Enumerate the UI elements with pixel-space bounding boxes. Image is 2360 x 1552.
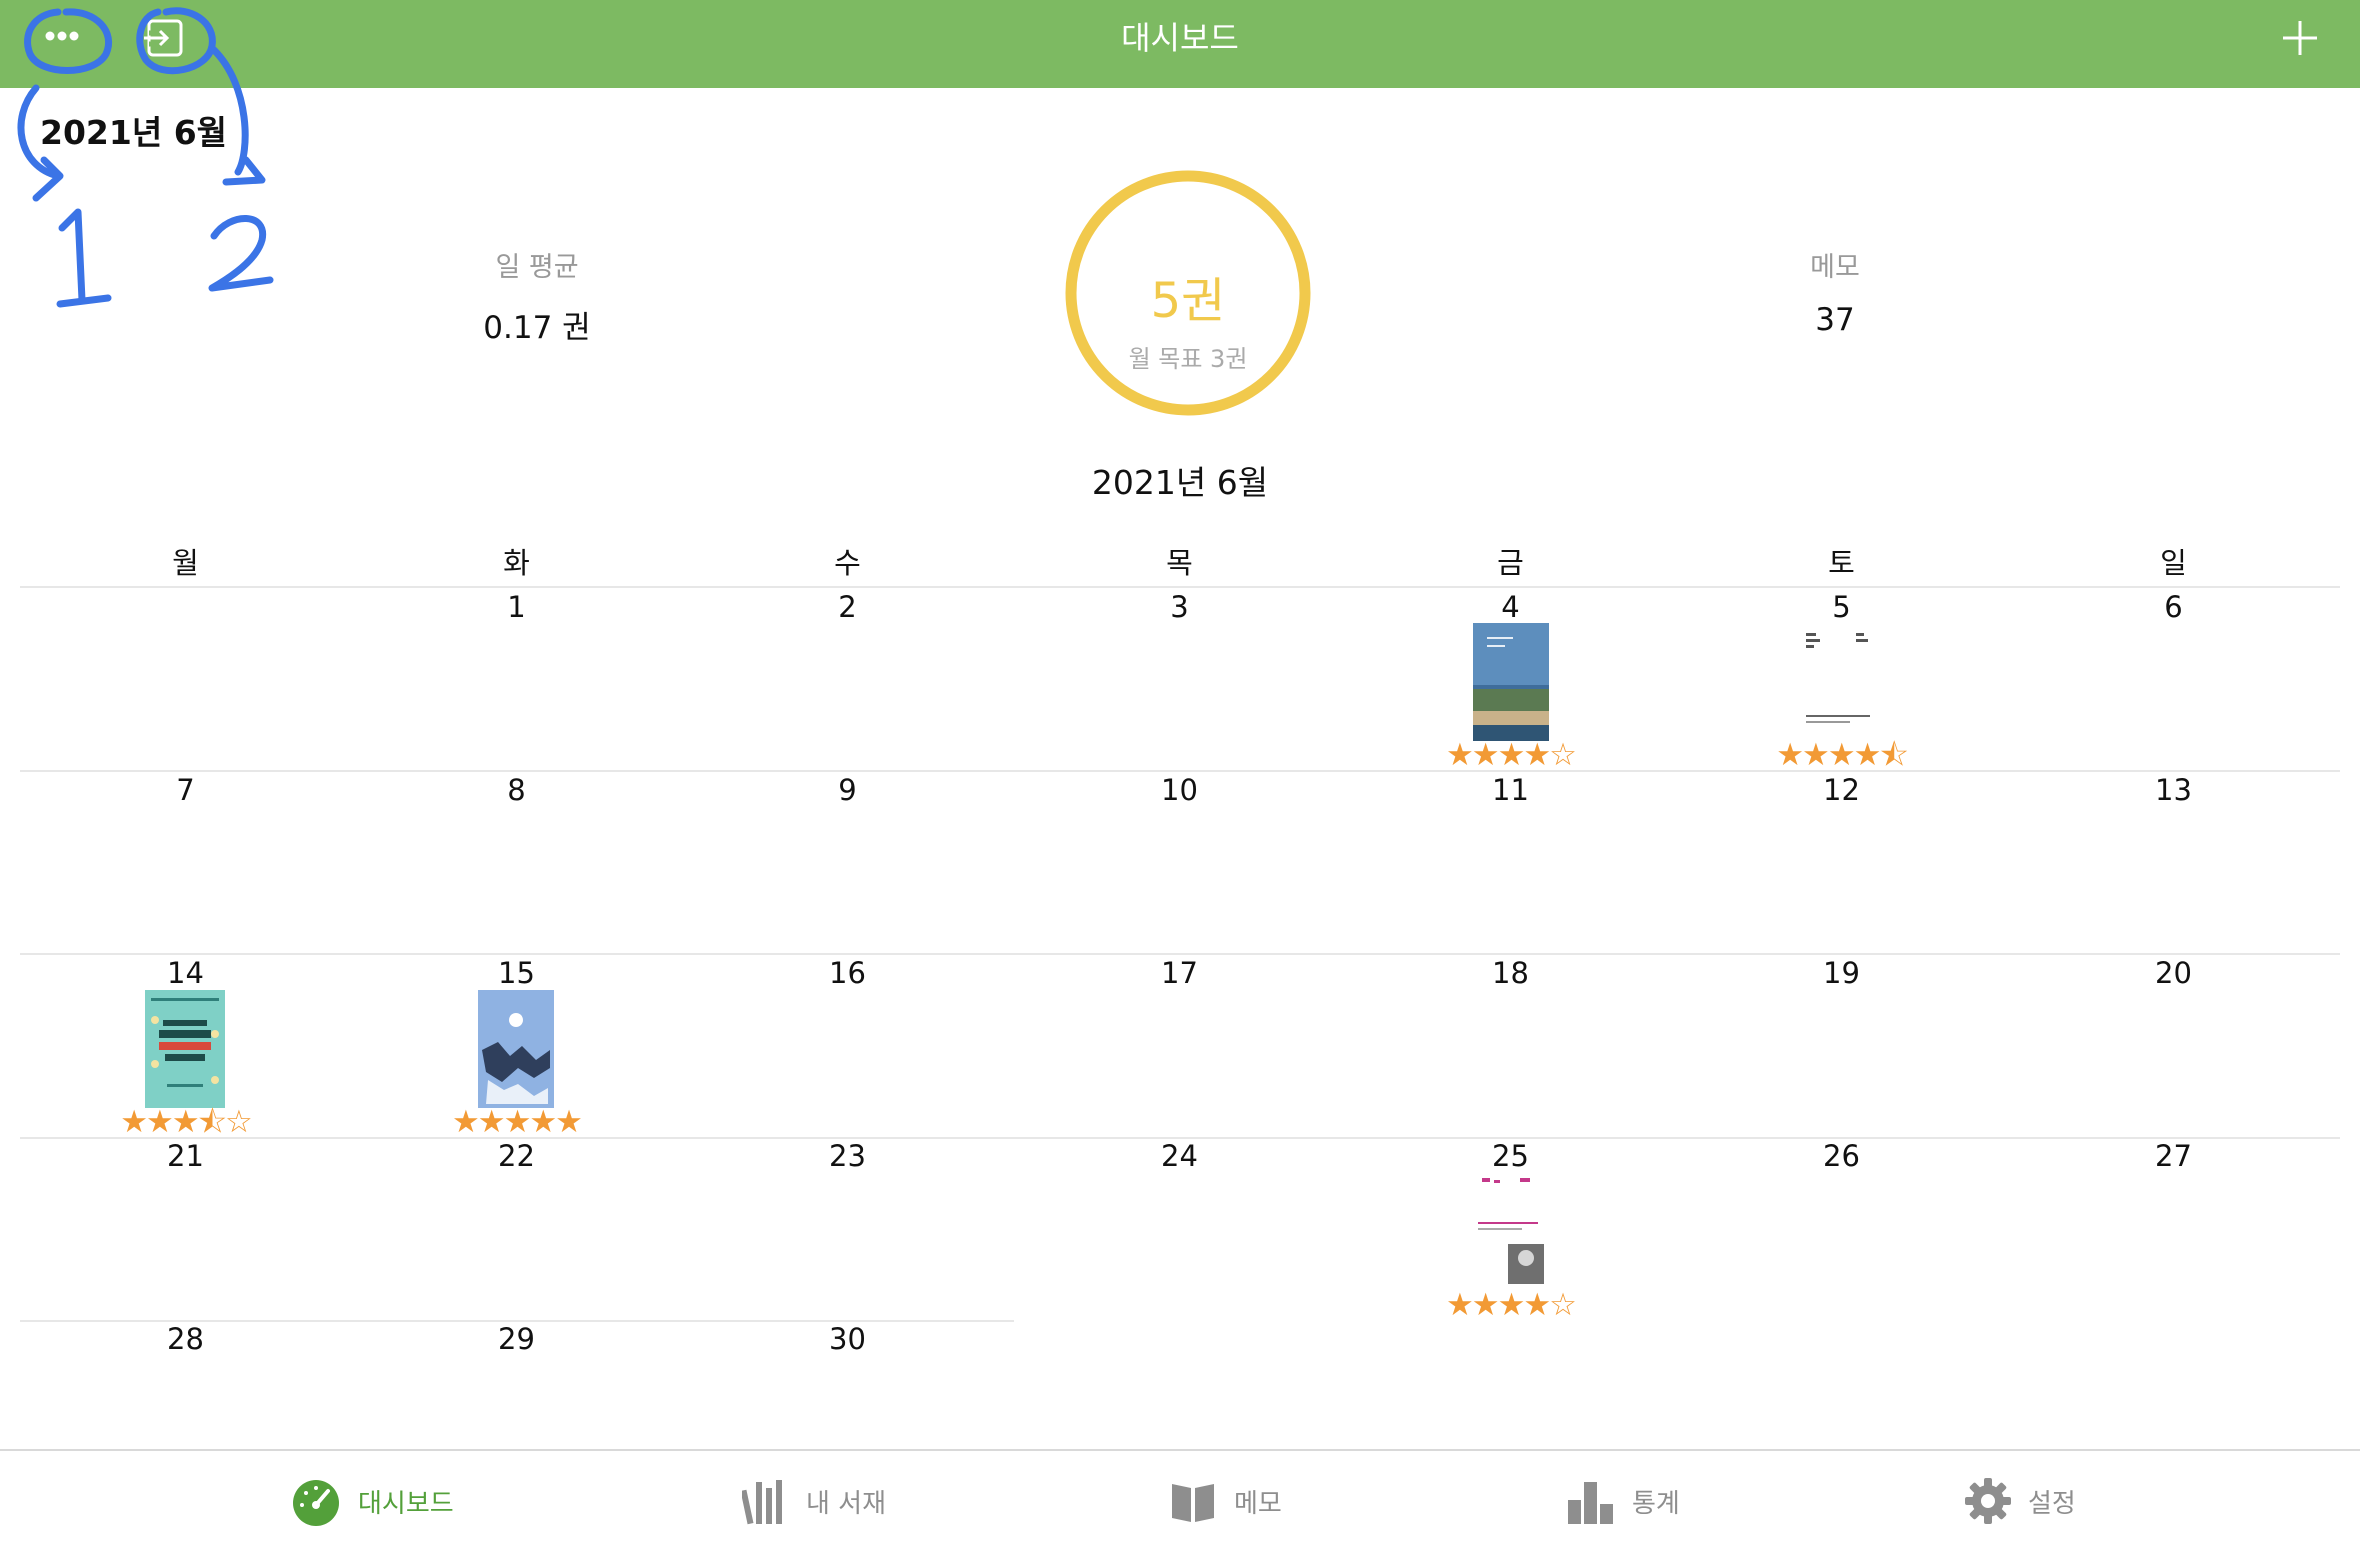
calendar-day[interactable]: 25	[1345, 1139, 1676, 1173]
tab-statistics[interactable]: 통계	[1566, 1473, 1680, 1529]
calendar-day[interactable]: 28	[20, 1322, 351, 1356]
bar-chart-icon	[1568, 1482, 1613, 1524]
calendar-day[interactable]: 21	[20, 1139, 351, 1173]
book-cover[interactable]	[1473, 623, 1549, 741]
book-cover-art	[1468, 1172, 1550, 1294]
calendar-day[interactable]: 24	[1014, 1139, 1345, 1173]
book-cover[interactable]	[478, 990, 554, 1108]
speedometer-icon	[293, 1480, 339, 1526]
book-cover-art	[478, 990, 554, 1108]
book-cover[interactable]	[1468, 1172, 1550, 1294]
calendar-day[interactable]: 29	[351, 1322, 682, 1356]
tab-label: 내 서재	[806, 1488, 887, 1519]
calendar-day[interactable]: 27	[2008, 1139, 2339, 1173]
weekday-sun: 일	[2160, 546, 2187, 580]
calendar-day[interactable]: 26	[1676, 1139, 2007, 1173]
tab-label: 통계	[1632, 1488, 1680, 1519]
weekday-tue: 화	[503, 546, 530, 580]
daily-average-value: 0.17 권	[483, 310, 591, 346]
calendar-day[interactable]: 7	[20, 773, 351, 807]
calendar-day[interactable]: 12	[1676, 773, 2007, 807]
calendar-divider	[20, 586, 2340, 588]
page-title: 대시보드	[1121, 19, 1239, 57]
book-rating: ★★★★☆	[1446, 1287, 1577, 1323]
calendar-day[interactable]: 30	[682, 1322, 1013, 1356]
calendar-day[interactable]: 2	[682, 590, 1013, 624]
tab-label: 메모	[1234, 1488, 1282, 1519]
book-rating: ★★★⯪☆	[120, 1104, 253, 1140]
book-cover-art	[145, 990, 225, 1108]
calendar-day[interactable]: 1	[351, 590, 682, 624]
calendar-day[interactable]: 23	[682, 1139, 1013, 1173]
tab-label: 대시보드	[358, 1488, 454, 1519]
monthly-goal-text: 월 목표 3권	[1128, 345, 1248, 373]
gear-icon	[1965, 1478, 2011, 1524]
open-book-icon	[1172, 1484, 1214, 1522]
calendar-day[interactable]: 5	[1676, 590, 2007, 624]
monthly-goal-ring[interactable]: 5권 월 목표 3권	[1064, 169, 1312, 417]
bookshelf-icon	[742, 1480, 782, 1525]
book-cover-art	[1473, 623, 1549, 741]
calendar-day[interactable]: 15	[351, 956, 682, 990]
tab-label: 설정	[2028, 1488, 2076, 1519]
calendar-day[interactable]: 22	[351, 1139, 682, 1173]
calendar-day[interactable]: 6	[2008, 590, 2339, 624]
weekday-wed: 수	[834, 546, 861, 580]
calendar-day[interactable]: 14	[20, 956, 351, 990]
weekday-thu: 목	[1166, 546, 1193, 580]
book-cover[interactable]	[145, 990, 225, 1108]
tab-my-library[interactable]: 내 서재	[742, 1473, 886, 1529]
memo-label: 메모	[1810, 252, 1860, 283]
memo-stat: 메모 37	[1655, 245, 2015, 338]
books-read-count: 5권	[1150, 273, 1226, 329]
calendar-day[interactable]: 19	[1676, 956, 2007, 990]
daily-average-stat: 일 평균 0.17 권	[357, 245, 717, 347]
calendar-day[interactable]: 10	[1014, 773, 1345, 807]
tab-memo[interactable]: 메모	[1168, 1473, 1282, 1529]
calendar-day[interactable]: 20	[2008, 956, 2339, 990]
tab-bar: 대시보드 내 서재 메모 통계 설정	[0, 1449, 2360, 1552]
calendar-day[interactable]: 13	[2008, 773, 2339, 807]
export-button[interactable]	[140, 14, 192, 64]
month-selector[interactable]: 2021년 6월	[40, 106, 227, 154]
calendar-day[interactable]: 9	[682, 773, 1013, 807]
plus-icon	[2283, 21, 2317, 55]
calendar-day[interactable]: 18	[1345, 956, 1676, 990]
calendar-day[interactable]: 17	[1014, 956, 1345, 990]
calendar-divider	[20, 953, 2340, 955]
tab-settings[interactable]: 설정	[1964, 1473, 2076, 1529]
book-cover-art	[1798, 623, 1878, 741]
calendar-day[interactable]: 3	[1014, 590, 1345, 624]
top-navigation-bar: 대시보드	[0, 0, 2360, 88]
calendar-day[interactable]: 16	[682, 956, 1013, 990]
book-cover[interactable]	[1798, 623, 1878, 741]
more-options-button[interactable]	[36, 14, 88, 58]
memo-count: 37	[1815, 302, 1855, 338]
ellipsis-icon	[45, 31, 79, 41]
book-rating: ★★★★★	[452, 1104, 583, 1140]
add-button[interactable]	[2278, 16, 2322, 60]
weekday-mon: 월	[172, 546, 199, 580]
calendar-day[interactable]: 11	[1345, 773, 1676, 807]
tab-dashboard[interactable]: 대시보드	[290, 1473, 454, 1529]
weekday-sat: 토	[1828, 546, 1855, 580]
calendar-title: 2021년 6월	[1091, 463, 1269, 502]
book-rating: ★★★★⯪	[1776, 737, 1909, 773]
calendar-day[interactable]: 8	[351, 773, 682, 807]
calendar-day[interactable]: 4	[1345, 590, 1676, 624]
book-rating: ★★★★☆	[1446, 737, 1577, 773]
weekday-fri: 금	[1497, 546, 1524, 580]
daily-average-label: 일 평균	[495, 252, 579, 283]
export-icon	[144, 19, 183, 57]
